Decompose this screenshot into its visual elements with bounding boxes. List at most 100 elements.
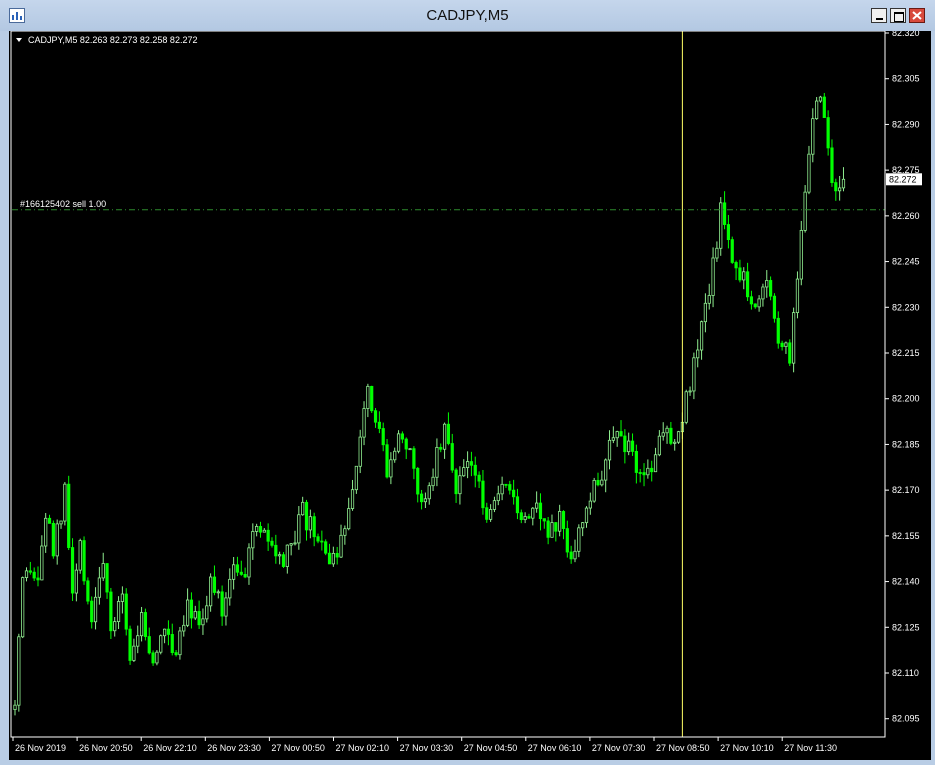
candle-body <box>738 267 742 281</box>
x-tick-label: 27 Nov 03:30 <box>400 743 454 753</box>
candle-body <box>97 577 101 598</box>
candle-body <box>389 459 393 478</box>
candle-body <box>676 431 681 443</box>
close-button[interactable] <box>909 8 925 23</box>
candle-body <box>807 153 811 193</box>
candle-body <box>458 475 462 495</box>
candle-body <box>454 469 458 495</box>
candle-body <box>327 552 332 565</box>
candle-body <box>93 596 98 623</box>
candle-body <box>396 433 401 452</box>
title-bar[interactable]: CADJPY,M5 <box>0 0 935 31</box>
candle-body <box>688 390 692 393</box>
candle-body <box>696 349 700 359</box>
candle-body <box>109 591 113 632</box>
header-dropdown-icon[interactable] <box>16 38 22 42</box>
x-tick-label: 27 Nov 02:10 <box>336 743 390 753</box>
x-tick-label: 26 Nov 20:50 <box>79 743 133 753</box>
candle-body <box>174 652 178 656</box>
candles-group <box>13 92 846 716</box>
candle-body <box>462 467 466 477</box>
candle-body <box>193 611 197 619</box>
chart-area[interactable]: #166125402 sell 1.00 82.320 82.305 82.290 8… <box>9 31 931 760</box>
x-tick-label: 27 Nov 11:30 <box>784 743 837 753</box>
candle-body <box>665 427 669 434</box>
candle-body <box>24 570 29 578</box>
candle-body <box>661 432 665 437</box>
candle-body <box>162 628 167 637</box>
candle-body <box>419 493 424 503</box>
y-tick-label: 82.095 <box>892 714 920 724</box>
candle-body <box>258 526 263 533</box>
candle-body <box>761 286 765 300</box>
candle-body <box>830 147 834 184</box>
maximize-icon <box>894 12 904 22</box>
candle-body <box>584 507 589 524</box>
candle-body <box>36 577 40 581</box>
y-tick-label: 82.170 <box>892 485 920 495</box>
candle-body <box>400 433 404 440</box>
candle-body <box>446 423 451 444</box>
candle-body <box>47 517 52 524</box>
candle-body <box>477 474 481 482</box>
candle-body <box>684 391 688 423</box>
candle-body <box>366 385 370 409</box>
candle-body <box>841 178 846 189</box>
candle-body <box>535 502 539 509</box>
x-tick-label: 27 Nov 00:50 <box>271 743 325 753</box>
maximize-button[interactable] <box>890 8 906 23</box>
candle-body <box>573 550 577 560</box>
candle-body <box>515 496 520 514</box>
candle-body <box>139 612 144 637</box>
candle-body <box>772 295 777 319</box>
candle-body <box>212 576 217 593</box>
symbol-header: CADJPY,M5 82.263 82.273 82.258 82.272 <box>16 35 197 45</box>
candle-body <box>412 448 416 469</box>
y-tick-label: 82.215 <box>892 348 920 358</box>
candlestick-chart[interactable]: #166125402 sell 1.00 82.320 82.305 82.290 8… <box>9 31 931 760</box>
candle-body <box>381 428 385 446</box>
candle-body <box>408 448 412 451</box>
candle-body <box>581 522 585 529</box>
y-tick-label: 82.245 <box>892 257 920 267</box>
candle-body <box>335 552 339 558</box>
close-icon <box>912 11 922 20</box>
y-tick-label: 82.305 <box>892 74 920 84</box>
candle-body <box>489 509 493 520</box>
candle-body <box>120 593 124 602</box>
candle-body <box>611 437 615 441</box>
candle-body <box>136 635 140 647</box>
candle-body <box>143 612 148 637</box>
candle-body <box>270 540 274 546</box>
candle-body <box>358 436 362 467</box>
candle-body <box>251 531 255 549</box>
candle-body <box>619 431 623 437</box>
window-title: CADJPY,M5 <box>426 7 509 24</box>
candle-body <box>235 564 240 573</box>
order-line-group: #166125402 sell 1.00 <box>12 199 885 211</box>
candle-body <box>715 247 719 259</box>
chart-window: CADJPY,M5 #166125402 sell 1.00 82.320 82.… <box>0 0 935 765</box>
candle-body <box>792 312 796 364</box>
candle-body <box>722 202 727 225</box>
minimize-button[interactable] <box>871 8 887 23</box>
y-tick-label: 82.185 <box>892 439 920 449</box>
candle-body <box>699 321 704 351</box>
candle-body <box>63 483 67 522</box>
candle-body <box>780 342 784 348</box>
candle-body <box>784 342 788 348</box>
candle-body <box>297 514 301 544</box>
candle-body <box>17 636 21 706</box>
candle-body <box>550 522 554 538</box>
candle-body <box>197 611 201 626</box>
candle-body <box>745 271 750 298</box>
candle-body <box>600 479 604 486</box>
candle-body <box>189 599 194 619</box>
x-tick-label: 27 Nov 10:10 <box>720 743 774 753</box>
candle-body <box>70 547 75 594</box>
candle-body <box>838 187 842 192</box>
candle-body <box>86 580 90 602</box>
candle-body <box>170 634 174 653</box>
candle-body <box>627 440 631 453</box>
candle-body <box>331 552 335 565</box>
